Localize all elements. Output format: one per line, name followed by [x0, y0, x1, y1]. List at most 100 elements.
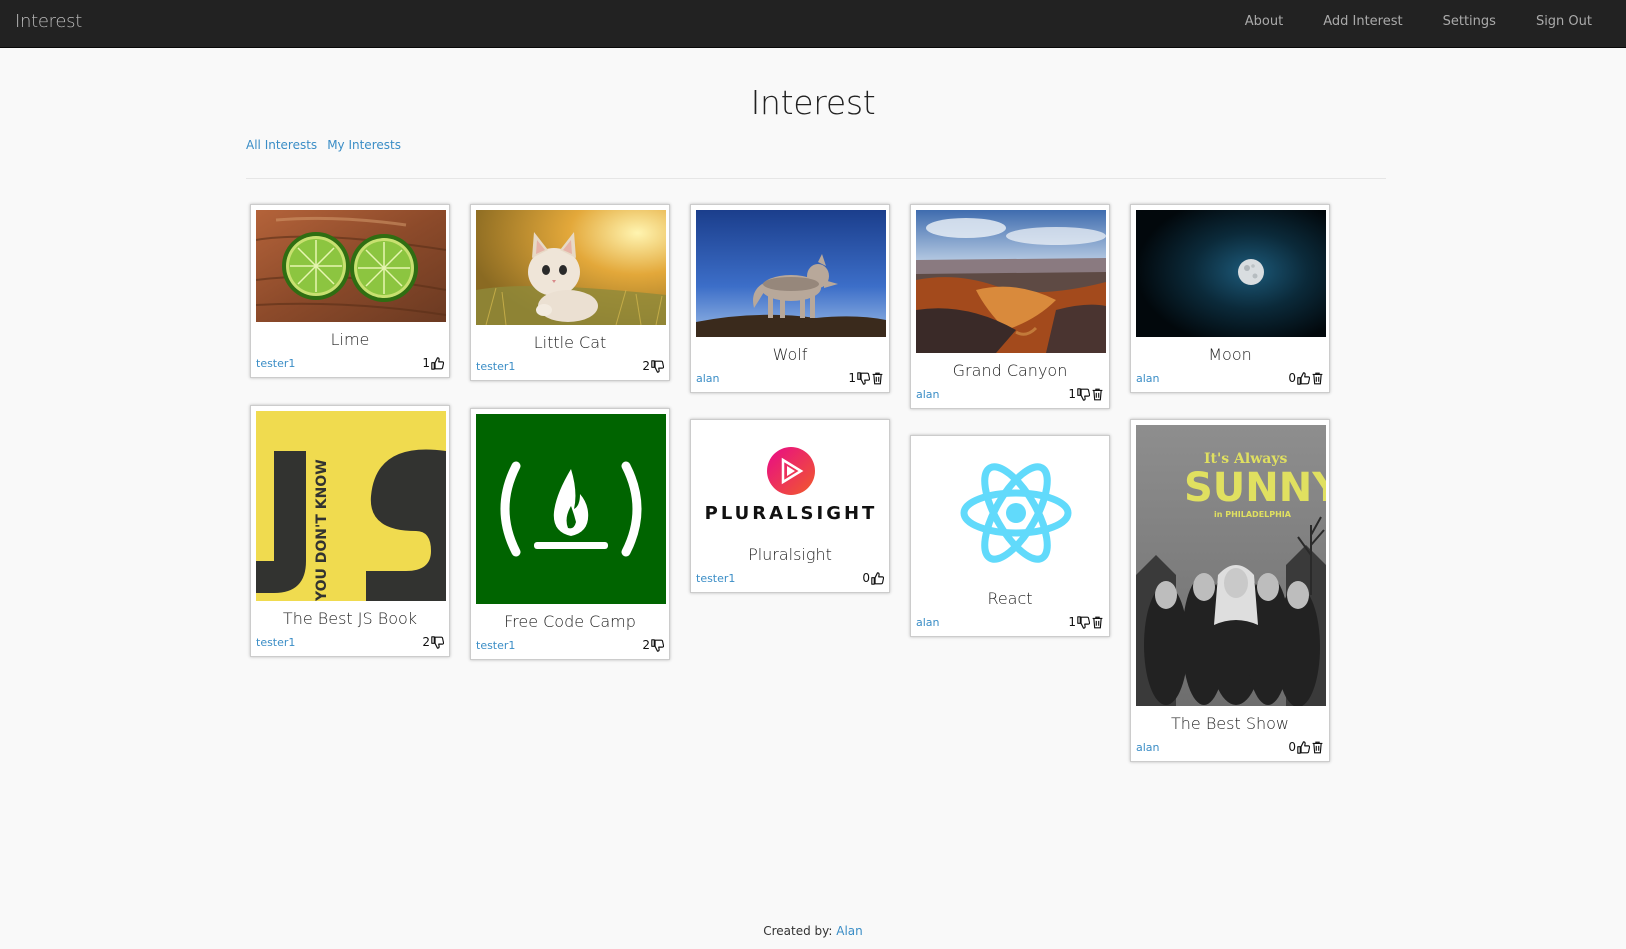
interest-card-grand-canyon: Grand Canyon alan 1: [910, 204, 1110, 409]
card-actions: 0: [862, 571, 884, 585]
trash-icon[interactable]: [871, 372, 884, 385]
vote-count: 1: [1068, 387, 1076, 401]
card-title: Little Cat: [533, 333, 607, 352]
trash-icon[interactable]: [1091, 616, 1104, 629]
thumbs-up-icon[interactable]: [1297, 740, 1310, 754]
interest-card-react: React alan 1: [910, 435, 1110, 637]
thumbs-down-icon[interactable]: [1077, 615, 1090, 629]
interest-card-best-js-book: YOU DON'T KNOW The Best JS Book tester1 …: [250, 405, 450, 657]
my-interests-link[interactable]: My Interests: [327, 138, 401, 152]
card-title: Pluralsight: [748, 545, 832, 564]
lime-image[interactable]: [256, 210, 446, 322]
wolf-image[interactable]: [696, 210, 886, 337]
card-actions: 1: [1068, 387, 1104, 401]
card-title: Free Code Camp: [504, 612, 636, 631]
thumbs-down-icon[interactable]: [857, 371, 870, 385]
all-interests-link[interactable]: All Interests: [246, 138, 317, 152]
vote-count: 1: [1068, 615, 1076, 629]
card-actions: 1: [422, 356, 444, 370]
owner-link[interactable]: alan: [1136, 741, 1160, 754]
vote-count: 0: [1288, 740, 1296, 754]
show-poster-line2: SUNNY: [1184, 465, 1326, 511]
vote-count: 2: [642, 638, 650, 652]
owner-link[interactable]: tester1: [696, 572, 735, 585]
interest-card-best-show: It's Always SUNNY in PHILADELPHIA The Be…: [1130, 419, 1330, 762]
author-link[interactable]: Alan: [836, 924, 863, 938]
thumbs-up-icon[interactable]: [1297, 371, 1310, 385]
vote-count: 0: [862, 571, 870, 585]
owner-link[interactable]: alan: [916, 616, 940, 629]
card-actions: 2: [642, 638, 664, 652]
nav-add-interest-link[interactable]: Add Interest: [1303, 0, 1422, 48]
card-footer: tester1 0: [696, 570, 884, 586]
vote-count: 1: [848, 371, 856, 385]
moon-image[interactable]: [1136, 210, 1326, 337]
js-book-image[interactable]: YOU DON'T KNOW: [256, 411, 446, 601]
trash-icon[interactable]: [1311, 372, 1324, 385]
js-book-cover-text: YOU DON'T KNOW: [314, 459, 330, 601]
brand-link[interactable]: Interest: [15, 11, 82, 32]
vote-count: 2: [642, 359, 650, 373]
interest-card-pluralsight: PLURALSIGHT Pluralsight tester1 0: [690, 419, 890, 593]
card-actions: 2: [642, 359, 664, 373]
card-footer: tester1 2: [476, 637, 664, 653]
divider: [246, 178, 1386, 179]
show-poster-line3: in PHILADELPHIA: [1214, 510, 1292, 519]
vote-count: 2: [422, 635, 430, 649]
owner-link[interactable]: tester1: [256, 636, 295, 649]
pluralsight-image[interactable]: PLURALSIGHT: [696, 425, 886, 537]
navbar: Interest About Add Interest Settings Sig…: [0, 0, 1626, 48]
interest-card-moon: Moon alan 0: [1130, 204, 1330, 393]
card-title: The Best Show: [1170, 714, 1290, 733]
owner-link[interactable]: alan: [1136, 372, 1160, 385]
card-title: React: [987, 589, 1033, 608]
card-title: The Best JS Book: [282, 609, 418, 628]
card-title: Wolf: [772, 345, 808, 364]
nav-settings-link[interactable]: Settings: [1423, 0, 1516, 48]
owner-link[interactable]: alan: [916, 388, 940, 401]
thumbs-down-icon[interactable]: [651, 638, 664, 652]
card-footer: alan 1: [916, 386, 1104, 402]
page-footer: Created by: Alan: [0, 924, 1626, 938]
nav-links: About Add Interest Settings Sign Out: [1225, 0, 1626, 48]
card-actions: 1: [848, 371, 884, 385]
grand-canyon-image[interactable]: [916, 210, 1106, 353]
page-title: Interest: [750, 83, 876, 122]
thumbs-down-icon[interactable]: [431, 635, 444, 649]
thumbs-up-icon[interactable]: [431, 356, 444, 370]
trash-icon[interactable]: [1311, 741, 1324, 754]
card-title: Grand Canyon: [952, 361, 1068, 380]
thumbs-down-icon[interactable]: [1077, 387, 1090, 401]
free-code-camp-image[interactable]: [476, 414, 666, 604]
card-footer: alan 1: [696, 370, 884, 386]
card-actions: 0: [1288, 371, 1324, 385]
owner-link[interactable]: tester1: [256, 357, 295, 370]
vote-count: 1: [422, 356, 430, 370]
nav-sign-out-link[interactable]: Sign Out: [1516, 0, 1626, 48]
card-title: Moon: [1208, 345, 1252, 364]
trash-icon[interactable]: [1091, 388, 1104, 401]
card-actions: 0: [1288, 740, 1324, 754]
card-footer: alan 0: [1136, 739, 1324, 755]
card-actions: 2: [422, 635, 444, 649]
card-footer: alan 0: [1136, 370, 1324, 386]
interest-card-free-code-camp: Free Code Camp tester1 2: [470, 408, 670, 660]
card-title: Lime: [330, 330, 370, 349]
react-image[interactable]: [916, 441, 1106, 581]
nav-about-link[interactable]: About: [1225, 0, 1303, 48]
card-actions: 1: [1068, 615, 1104, 629]
interest-card-little-cat: Little Cat tester1 2: [470, 204, 670, 381]
best-show-image[interactable]: It's Always SUNNY in PHILADELPHIA: [1136, 425, 1326, 706]
interest-card-lime: Lime tester1 1: [250, 204, 450, 378]
little-cat-image[interactable]: [476, 210, 666, 325]
owner-link[interactable]: tester1: [476, 360, 515, 373]
pluralsight-logo-text: PLURALSIGHT: [705, 503, 878, 524]
owner-link[interactable]: alan: [696, 372, 720, 385]
card-footer: alan 1: [916, 614, 1104, 630]
thumbs-down-icon[interactable]: [651, 359, 664, 373]
thumbs-up-icon[interactable]: [871, 571, 884, 585]
filter-links: All Interests My Interests: [246, 138, 401, 152]
card-footer: tester1 2: [476, 358, 664, 374]
owner-link[interactable]: tester1: [476, 639, 515, 652]
card-footer: tester1 2: [256, 634, 444, 650]
